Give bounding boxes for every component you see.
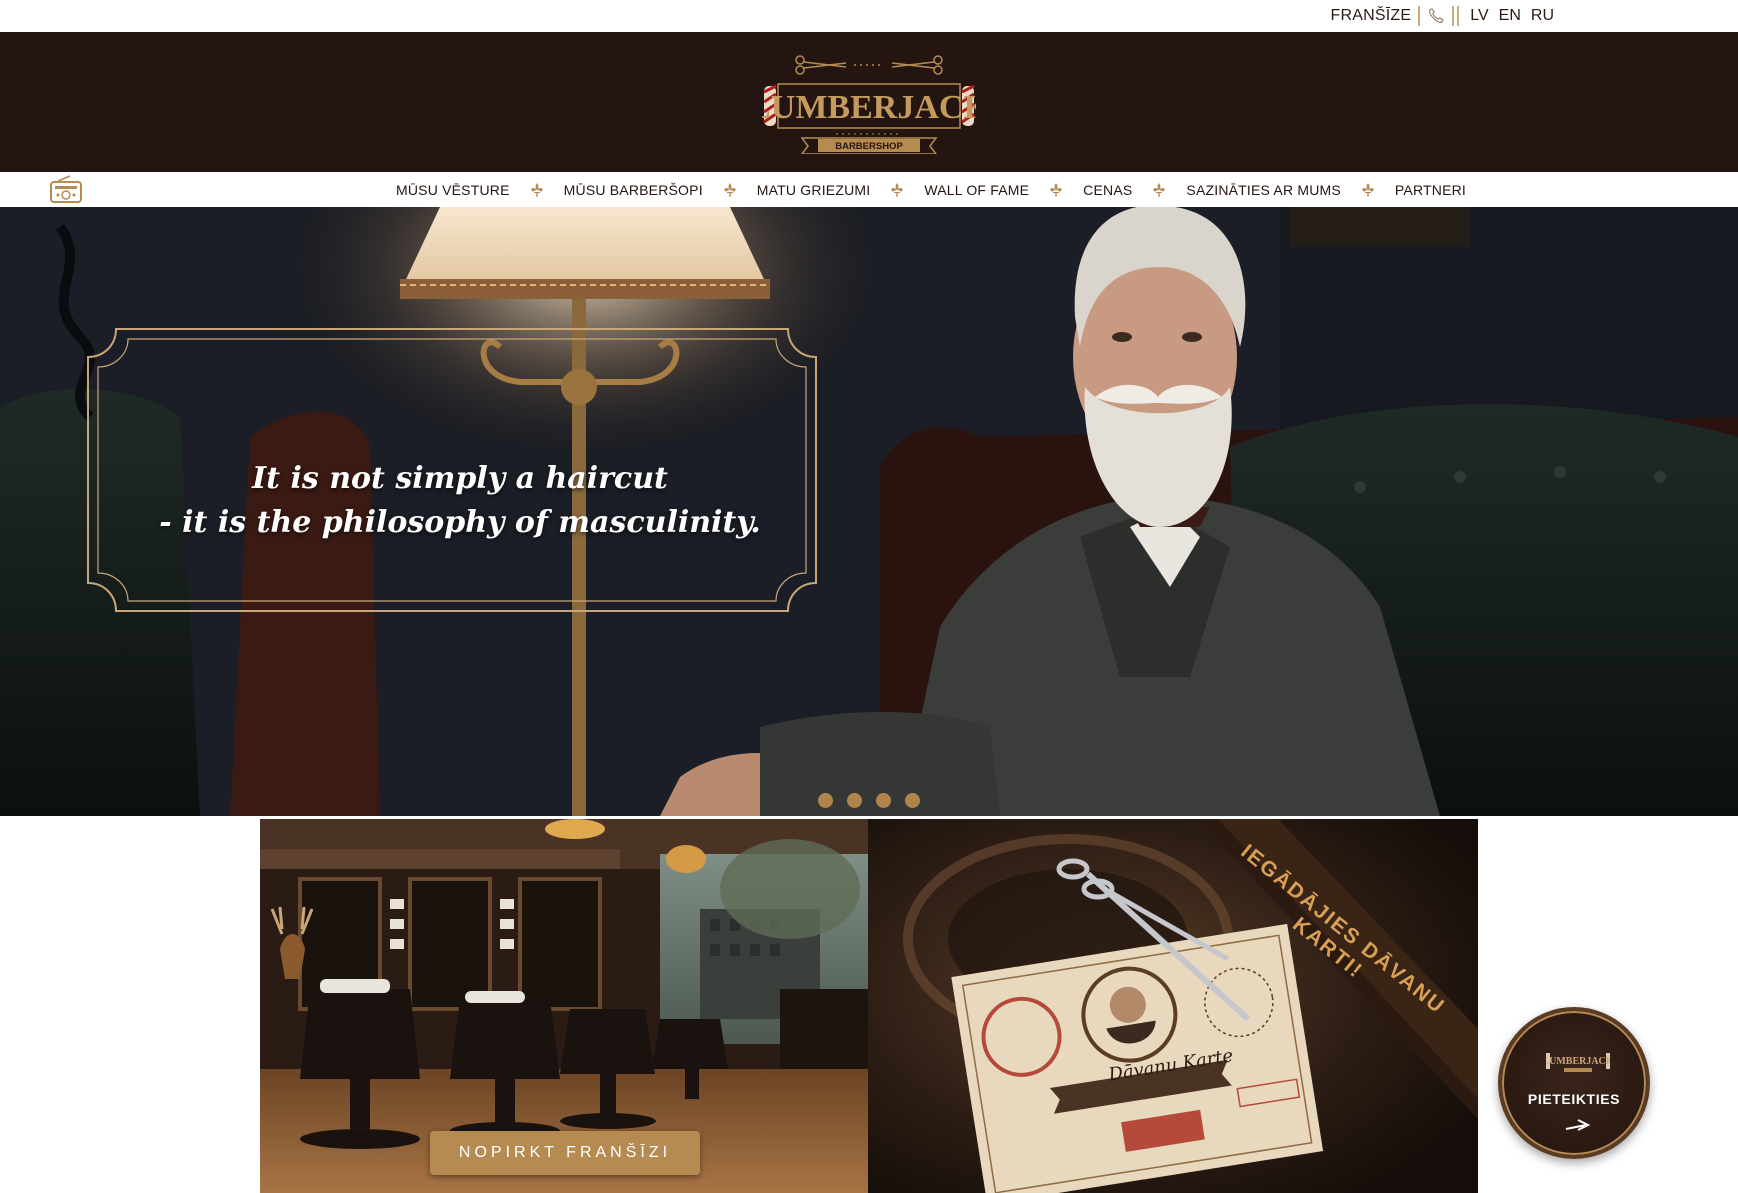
top-divider	[1418, 6, 1421, 26]
lang-en-link[interactable]: EN	[1499, 7, 1521, 25]
buy-franchise-button[interactable]: NOPIRKT FRANŠĪZI	[430, 1131, 700, 1175]
top-utility-bar: FRANŠĪZE LV EN RU	[0, 0, 1738, 32]
top-divider	[1452, 6, 1455, 26]
top-utility-links: FRANŠĪZE LV EN RU	[1331, 6, 1560, 26]
nav-item-haircuts[interactable]: MATU GRIEZUMI	[757, 182, 871, 198]
logo-wordmark: LUMBERJACK	[762, 89, 976, 126]
site-header: LUMBERJACK BARBERSHOP	[0, 32, 1738, 172]
top-divider	[1457, 6, 1460, 26]
booking-badge-button[interactable]: LUMBERJACK PIETEIKTIES	[1498, 1007, 1650, 1159]
arrow-right-icon	[1565, 1119, 1591, 1131]
slider-dots	[818, 793, 920, 808]
phone-icon[interactable]	[1427, 7, 1445, 25]
fleur-de-lis-icon	[1153, 182, 1166, 197]
nav-item-contact[interactable]: SAZINĀTIES AR MUMS	[1186, 182, 1341, 198]
fleur-de-lis-icon	[891, 182, 903, 197]
nav-item-prices[interactable]: CENAS	[1083, 182, 1132, 198]
badge-logo: LUMBERJACK	[1546, 1053, 1610, 1072]
main-navbar: MŪSU VĒSTURE MŪSU BARBERŠOPI MATU GRIEZU…	[0, 172, 1738, 207]
lang-lv-link[interactable]: LV	[1470, 7, 1488, 25]
nav-item-barbershops[interactable]: MŪSU BARBERŠOPI	[564, 182, 703, 198]
slider-dot-4[interactable]	[905, 793, 920, 808]
franchise-link[interactable]: FRANŠĪZE	[1331, 7, 1412, 25]
fleur-de-lis-icon	[1050, 182, 1062, 197]
fleur-de-lis-icon	[531, 182, 543, 197]
nav-item-wall-of-fame[interactable]: WALL OF FAME	[924, 182, 1029, 198]
radio-icon[interactable]	[50, 175, 82, 203]
slider-dot-2[interactable]	[847, 793, 862, 808]
badge-logo-text: LUMBERJACK	[1546, 1056, 1610, 1067]
fleur-de-lis-icon	[1362, 182, 1374, 197]
hero-quote-line-2: - it is the philosophy of masculinity.	[159, 505, 761, 540]
booking-badge-label: PIETEIKTIES	[1527, 1091, 1621, 1107]
fleur-de-lis-icon	[724, 182, 736, 197]
primary-nav: MŪSU VĒSTURE MŪSU BARBERŠOPI MATU GRIEZU…	[396, 172, 1466, 207]
slider-dot-3[interactable]	[876, 793, 891, 808]
nav-item-history[interactable]: MŪSU VĒSTURE	[396, 182, 510, 198]
hero-quote-line-1: It is not simply a haircut	[252, 461, 668, 496]
logo-subtitle: BARBERSHOP	[835, 141, 903, 152]
lumberjack-logo[interactable]: LUMBERJACK BARBERSHOP	[762, 50, 976, 154]
slider-dot-1[interactable]	[818, 793, 833, 808]
nav-item-partners[interactable]: PARTNERI	[1395, 182, 1466, 198]
lang-ru-link[interactable]: RU	[1531, 7, 1554, 25]
hero-quote: It is not simply a haircut - it is the p…	[110, 457, 810, 545]
hero-slider: It is not simply a haircut - it is the p…	[0, 207, 1738, 816]
